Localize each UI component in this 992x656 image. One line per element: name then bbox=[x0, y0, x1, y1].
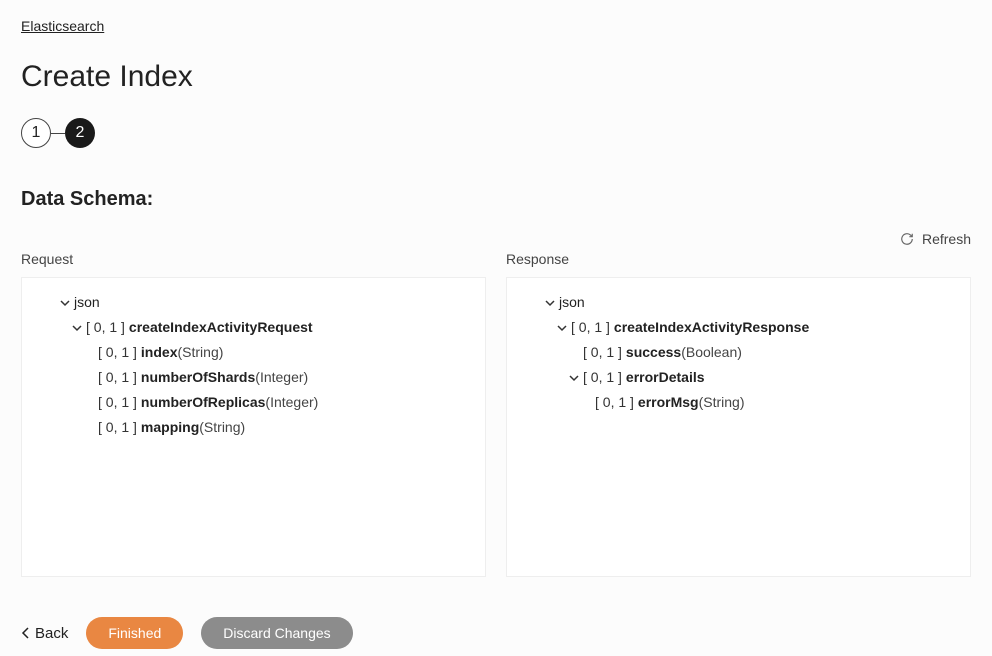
chevron-down-icon[interactable] bbox=[541, 298, 559, 308]
field-name: createIndexActivityRequest bbox=[129, 317, 313, 338]
cardinality-bracket: [ 0, 1 ] bbox=[571, 317, 610, 338]
refresh-button[interactable]: Refresh bbox=[21, 231, 971, 247]
field-name: numberOfReplicas bbox=[141, 392, 265, 413]
back-button[interactable]: Back bbox=[21, 625, 68, 642]
field-type: (String) bbox=[699, 392, 745, 413]
cardinality-bracket: [ 0, 1 ] bbox=[98, 367, 137, 388]
back-label: Back bbox=[35, 625, 68, 642]
breadcrumb-elasticsearch[interactable]: Elasticsearch bbox=[21, 18, 104, 34]
section-heading-data-schema: Data Schema: bbox=[21, 188, 971, 211]
field-type: (Boolean) bbox=[681, 342, 742, 363]
chevron-down-icon[interactable] bbox=[68, 323, 86, 333]
request-row: [ 0, 1 ] createIndexActivityRequest bbox=[32, 315, 475, 340]
field-name: mapping bbox=[141, 417, 199, 438]
request-row: [ 0, 1 ] numberOfShards (Integer) bbox=[32, 365, 475, 390]
step-2[interactable]: 2 bbox=[65, 118, 95, 148]
request-panel: json[ 0, 1 ] createIndexActivityRequest[… bbox=[21, 277, 486, 577]
cardinality-bracket: [ 0, 1 ] bbox=[583, 367, 622, 388]
field-name: success bbox=[626, 342, 681, 363]
field-name: index bbox=[141, 342, 178, 363]
field-name: json bbox=[559, 292, 585, 313]
step-1[interactable]: 1 bbox=[21, 118, 51, 148]
field-name: createIndexActivityResponse bbox=[614, 317, 809, 338]
response-row: [ 0, 1 ] success (Boolean) bbox=[517, 340, 960, 365]
field-name: errorDetails bbox=[626, 367, 705, 388]
chevron-down-icon[interactable] bbox=[565, 373, 583, 383]
cardinality-bracket: [ 0, 1 ] bbox=[98, 417, 137, 438]
response-row: [ 0, 1 ] errorMsg (String) bbox=[517, 390, 960, 415]
field-type: (Integer) bbox=[255, 367, 308, 388]
response-panel: json[ 0, 1 ] createIndexActivityResponse… bbox=[506, 277, 971, 577]
request-row: json bbox=[32, 290, 475, 315]
request-label: Request bbox=[21, 251, 486, 267]
chevron-down-icon[interactable] bbox=[56, 298, 74, 308]
cardinality-bracket: [ 0, 1 ] bbox=[583, 342, 622, 363]
refresh-label: Refresh bbox=[922, 231, 971, 247]
step-connector bbox=[51, 133, 65, 134]
request-row: [ 0, 1 ] numberOfReplicas (Integer) bbox=[32, 390, 475, 415]
response-row: json bbox=[517, 290, 960, 315]
response-label: Response bbox=[506, 251, 971, 267]
field-type: (String) bbox=[178, 342, 224, 363]
chevron-left-icon bbox=[21, 627, 31, 639]
field-name: numberOfShards bbox=[141, 367, 255, 388]
page-title: Create Index bbox=[21, 60, 971, 94]
response-row: [ 0, 1 ] errorDetails bbox=[517, 365, 960, 390]
cardinality-bracket: [ 0, 1 ] bbox=[595, 392, 634, 413]
request-row: [ 0, 1 ] index (String) bbox=[32, 340, 475, 365]
field-type: (Integer) bbox=[265, 392, 318, 413]
field-name: json bbox=[74, 292, 100, 313]
refresh-icon bbox=[900, 232, 914, 246]
field-type: (String) bbox=[199, 417, 245, 438]
step-indicator: 1 2 bbox=[21, 118, 971, 148]
chevron-down-icon[interactable] bbox=[553, 323, 571, 333]
discard-changes-button[interactable]: Discard Changes bbox=[201, 617, 352, 649]
cardinality-bracket: [ 0, 1 ] bbox=[98, 392, 137, 413]
finished-button[interactable]: Finished bbox=[86, 617, 183, 649]
request-row: [ 0, 1 ] mapping (String) bbox=[32, 415, 475, 440]
field-name: errorMsg bbox=[638, 392, 699, 413]
response-row: [ 0, 1 ] createIndexActivityResponse bbox=[517, 315, 960, 340]
cardinality-bracket: [ 0, 1 ] bbox=[86, 317, 125, 338]
cardinality-bracket: [ 0, 1 ] bbox=[98, 342, 137, 363]
